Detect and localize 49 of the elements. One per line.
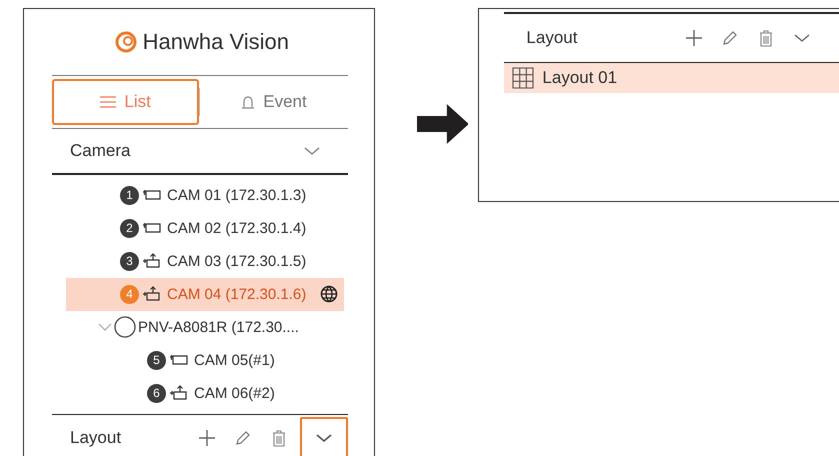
layout-item[interactable]: Layout 01	[504, 63, 839, 93]
expand-button[interactable]	[300, 417, 348, 456]
grid-icon	[512, 67, 534, 89]
section-title: Layout	[526, 28, 578, 48]
plus-icon	[198, 429, 216, 447]
camera-icon	[169, 353, 189, 367]
device-name: PNV-A8081R (172.30....	[138, 318, 299, 336]
ptz-camera-icon	[169, 385, 189, 401]
logo-text: Hanwha Vision	[142, 29, 289, 55]
section-title: Layout	[70, 428, 122, 448]
logo-icon	[112, 30, 139, 54]
tab[interactable]: Event	[200, 79, 348, 125]
number-badge: 2	[120, 218, 139, 238]
alarm-icon	[241, 95, 256, 109]
camera-item[interactable]: 1 CAM 01 (172.30.1.3)	[52, 178, 348, 212]
number-badge: 1	[120, 186, 139, 204]
number-badge: 3	[120, 252, 139, 270]
camera-name: CAM 03 (172.30.1.5)	[167, 252, 306, 270]
number-badge: 4	[120, 284, 139, 304]
ptz-camera-icon	[142, 286, 162, 302]
trash-icon	[758, 28, 774, 46]
camera-name: CAM 02 (172.30.1.4)	[167, 220, 306, 236]
camera-name: CAM 01 (172.30.1.3)	[167, 186, 306, 204]
ptz-camera-icon	[142, 253, 162, 269]
number-badge: 6	[147, 384, 166, 402]
chevron-down-icon	[316, 433, 332, 443]
camera-dropdown[interactable]: Camera	[52, 129, 348, 173]
camera-item[interactable]: 3 CAM 03 (172.30.1.5)	[52, 244, 348, 278]
camera-name: CAM 04 (172.30.1.6)	[167, 286, 306, 302]
pencil-icon	[721, 28, 739, 46]
plus-icon	[685, 28, 703, 46]
chevron-down-icon	[98, 322, 112, 332]
camera-item[interactable]: 5 CAM 05(#1)	[52, 344, 348, 376]
trash-icon	[270, 429, 287, 447]
camera-item[interactable]: 6 CAM 06(#2)	[52, 376, 348, 410]
pencil-icon	[234, 429, 252, 447]
tree-item[interactable]: PNV-A8081R (172.30....	[52, 310, 348, 344]
chevron-down-icon	[304, 146, 320, 156]
circle-icon	[114, 316, 136, 338]
camera-item[interactable]: 2 CAM 02 (172.30.1.4)	[52, 212, 348, 244]
camera-name: CAM 06(#2)	[194, 384, 275, 402]
number-badge: 5	[147, 350, 166, 370]
globe-icon[interactable]	[320, 284, 338, 302]
chevron-down-icon	[794, 32, 810, 42]
camera-icon	[142, 221, 162, 235]
list-icon	[100, 96, 116, 108]
camera-name: CAM 05(#1)	[194, 352, 275, 368]
right-arrow-icon	[416, 104, 468, 144]
camera-icon	[142, 188, 162, 202]
